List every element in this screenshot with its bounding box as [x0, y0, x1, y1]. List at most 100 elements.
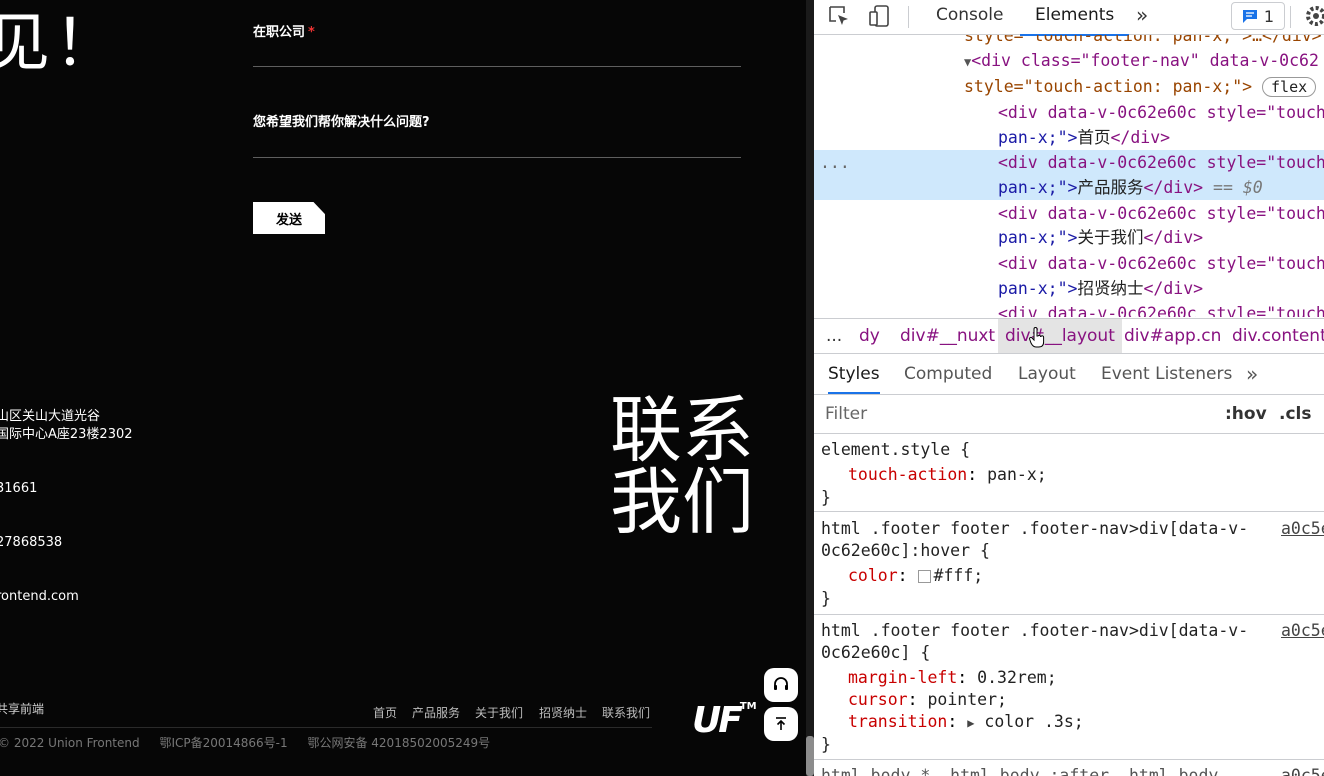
tab-elements[interactable]: Elements — [1020, 0, 1130, 36]
dom-child-line[interactable]: <div data-v-0c62e60c style="touch — [998, 251, 1324, 276]
rule-selector[interactable]: html .footer footer .footer-nav>div[data… — [821, 619, 1248, 642]
dom-child-line[interactable]: <div data-v-0c62e60c style="touch — [998, 301, 1324, 317]
rule-declaration[interactable]: color: #fff; — [848, 564, 983, 587]
filter-input[interactable]: Filter — [825, 395, 867, 433]
dom-child-line-selected[interactable]: pan-x;">产品服务</div> == $0 — [998, 175, 1263, 200]
expand-triangle-icon[interactable]: ▶ — [967, 716, 974, 730]
company-label: 在职公司 * — [253, 25, 315, 40]
hero-heading-fragment: 见！ — [0, 7, 122, 81]
rule-source-link[interactable]: a0c5e — [1281, 517, 1324, 540]
breadcrumb-item[interactable]: div#__nuxt — [900, 319, 995, 353]
page-scrollbar-thumb[interactable] — [806, 736, 814, 776]
required-mark: * — [308, 25, 315, 40]
address-line-1: 山区关山大道光谷 — [0, 409, 101, 424]
contact-heading-line-1: 联系 — [610, 388, 755, 472]
tab-styles[interactable]: Styles — [828, 354, 880, 394]
cls-toggle[interactable]: .cls — [1279, 395, 1311, 433]
phone-2: 27868538 — [0, 535, 63, 550]
issues-button[interactable]: 1 — [1231, 2, 1285, 30]
dom-child-line[interactable]: pan-x;">首页</div> — [998, 125, 1170, 150]
rule-selector[interactable]: html .footer footer .footer-nav>div[data… — [821, 517, 1248, 540]
rule-declaration[interactable]: cursor: pointer; — [848, 688, 1007, 711]
toolbar-divider-2 — [1290, 6, 1291, 28]
toolbar-divider — [908, 6, 909, 28]
breadcrumb-item[interactable]: dy — [859, 319, 880, 353]
more-tabs-icon[interactable]: » — [1246, 354, 1258, 392]
address-line-2: 国际中心A座23楼2302 — [0, 427, 133, 442]
copyright-text: © 2022 Union Frontend — [0, 736, 140, 750]
tab-layout[interactable]: Layout — [1018, 354, 1076, 392]
rule-source-link[interactable]: a0c5e — [1281, 619, 1324, 642]
company-input[interactable] — [253, 66, 741, 67]
tab-event-listeners[interactable]: Event Listeners — [1101, 354, 1232, 392]
dom-line[interactable]: style="touch-action: pan-x;"> flex — [964, 74, 1317, 99]
device-toolbar-icon[interactable] — [868, 4, 892, 32]
footer-copyright: © 2022 Union Frontend 鄂ICP备20014866号-1 鄂… — [0, 734, 506, 751]
arrow-up-icon — [776, 717, 786, 730]
website-viewport: 见！ 在职公司 * 您希望我们帮你解决什么问题? 发送 山区关山大道光谷 国际中心… — [0, 0, 812, 776]
rule-declaration[interactable]: transition: ▶ color .3s; — [848, 710, 1084, 735]
rule-separator — [814, 614, 1324, 615]
breadcrumb-overflow[interactable]: ... — [826, 319, 842, 353]
dom-node-footer-nav[interactable]: ▼<div class="footer-nav" data-v-0c62 — [964, 48, 1319, 75]
rule-selector[interactable]: html body *, html body :after, html body — [821, 764, 1218, 776]
inspect-element-icon[interactable] — [828, 5, 850, 31]
rule-declaration[interactable]: margin-left: 0.32rem; — [848, 666, 1057, 689]
footer-nav-products[interactable]: 产品服务 — [412, 704, 460, 721]
send-button[interactable]: 发送 — [253, 202, 325, 234]
footer-divider — [0, 727, 652, 728]
styles-tabbar: Styles Computed Layout Event Listeners » — [814, 354, 1324, 395]
rule-selector-cont[interactable]: 0c62e60c]:hover { — [821, 539, 990, 562]
problem-label: 您希望我们帮你解决什么问题? — [253, 115, 430, 130]
tab-console[interactable]: Console — [936, 0, 1004, 34]
police-record-link[interactable]: 鄂公网安备 42018502005249号 — [307, 736, 490, 750]
breadcrumb-item[interactable]: div.content — [1232, 319, 1324, 353]
dom-child-line-selected[interactable]: <div data-v-0c62e60c style="touch — [998, 150, 1324, 175]
dom-child-line[interactable]: <div data-v-0c62e60c style="touch — [998, 201, 1324, 226]
dom-child-line[interactable]: pan-x;">关于我们</div> — [998, 225, 1203, 250]
styles-rules: element.style { touch-action: pan-x; } h… — [814, 434, 1324, 776]
message-icon — [1242, 10, 1257, 23]
more-tabs-icon[interactable]: » — [1136, 0, 1148, 34]
page-scrollbar[interactable] — [806, 0, 814, 776]
customer-service-button[interactable] — [764, 668, 798, 702]
rule-selector-cont[interactable]: 0c62e60c] { — [821, 641, 930, 664]
back-to-top-button[interactable] — [764, 707, 798, 741]
dom-child-line[interactable]: <div data-v-0c62e60c style="touch — [998, 100, 1324, 125]
issues-count: 1 — [1263, 6, 1275, 26]
address: 山区关山大道光谷 国际中心A座23楼2302 — [0, 408, 133, 444]
tab-computed[interactable]: Computed — [904, 354, 992, 392]
rule-declaration[interactable]: touch-action: pan-x; — [848, 463, 1047, 486]
rule-separator — [814, 511, 1324, 512]
uf-logo: UFTM — [692, 700, 757, 741]
email-link[interactable]: rontend.com — [0, 588, 79, 606]
rule-close: } — [821, 589, 831, 608]
phone-1: 31661 — [0, 481, 38, 496]
rule-close: } — [821, 488, 831, 507]
breadcrumb-item[interactable]: div#app.cn — [1124, 319, 1221, 353]
hand-cursor-icon — [1029, 327, 1045, 348]
selected-node-menu[interactable]: ... — [820, 150, 850, 175]
color-swatch[interactable] — [917, 570, 931, 583]
footer-nav-contact[interactable]: 联系我们 — [602, 704, 650, 721]
settings-gear-icon[interactable] — [1304, 4, 1324, 32]
rule-source-link[interactable]: a0c5e — [1281, 764, 1324, 776]
problem-input[interactable] — [253, 157, 741, 158]
footer-nav-home[interactable]: 首页 — [373, 704, 397, 721]
icp-link[interactable]: 鄂ICP备20014866号-1 — [159, 736, 287, 750]
contact-heading-line-2: 我们 — [610, 460, 755, 544]
contact-us-heading: 联系 我们 — [610, 394, 754, 538]
devtools-toolbar: Console Elements » 1 — [814, 0, 1324, 36]
rule-close: } — [821, 735, 831, 754]
styles-filter-bar: Filter :hov .cls — [814, 395, 1324, 434]
hov-toggle[interactable]: :hov — [1225, 395, 1267, 433]
footer-nav-careers[interactable]: 招贤纳士 — [539, 704, 587, 721]
breadcrumb-item-hovered[interactable]: div#__layout — [998, 319, 1122, 353]
devtools-panel: Console Elements » 1 style="touch-action… — [814, 0, 1324, 776]
dom-tree: style="touch-action: pan-x;">…</div> ▼<d… — [814, 35, 1324, 317]
footer-nav-about[interactable]: 关于我们 — [475, 704, 523, 721]
flex-badge[interactable]: flex — [1262, 77, 1317, 97]
rule-selector[interactable]: element.style { — [821, 438, 970, 461]
dom-child-line[interactable]: pan-x;">招贤纳士</div> — [998, 276, 1203, 301]
dom-line[interactable]: style="touch-action: pan-x;">…</div> — [964, 35, 1322, 48]
